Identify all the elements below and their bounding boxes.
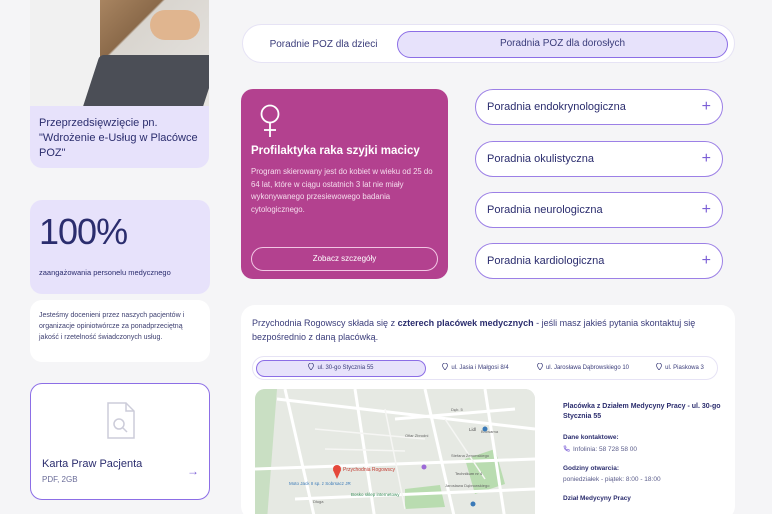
map-place-label: Stefana Żeromskiego [451,453,490,458]
document-meta: PDF, 2GB [42,475,78,484]
map-marker-label: Przychodnia Rogowscy [343,467,395,473]
location-tabs: ul. 30-go Stycznia 55 ul. Jasia i Małgos… [252,356,718,380]
extra-label: Dział Medycyny Pracy [563,495,631,502]
location-tab-2[interactable]: ul. Jasia i Małgosi 8/4 [438,360,513,377]
map-place-label: Ofiar Zbrodni [405,433,428,438]
hours-label: Godziny otwarcia: [563,465,619,472]
contact-phone[interactable]: Infolinia: 58 728 58 00 [563,445,723,453]
arrow-right-icon[interactable]: → [187,464,199,478]
accordion-cardiology[interactable]: Poradnia kardiologiczna + [475,243,723,279]
stat-value: 100% [39,211,128,252]
accordion-label: Poradnia kardiologiczna [487,255,605,267]
intro-text: Przychodnia Rogowscy składa się z [252,318,398,328]
tab-children[interactable]: Poradnie POZ dla dzieci [251,31,396,58]
map-place-label: Dęb. 5 [451,407,464,412]
hand-image [150,10,200,40]
feature-card: Profilaktyka raka szyjki macicy Program … [241,89,448,279]
location-tab-1[interactable]: ul. 30-go Stycznia 55 [256,360,426,377]
venus-icon [260,104,280,137]
hours-value: poniedziałek - piątek: 8:00 - 18:00 [563,476,661,483]
plus-icon: + [701,201,711,218]
location-tab-label: ul. Jarosława Dąbrowskiego 10 [545,365,630,371]
feature-description: Program skierowany jest do kobiet w wiek… [251,167,433,214]
project-title: Przeprzedsięwzięcie pn. "Wdrożenie e-Usł… [39,117,198,159]
document-title: Karta Praw Pacjenta [42,458,143,470]
plus-icon: + [701,150,711,167]
accordion-endocrinology[interactable]: Poradnia endokrynologiczna + [475,89,723,125]
location-tab-4[interactable]: ul. Piaskowa 3 [651,360,709,377]
map-place-label: Bosko sklep internetowy [351,492,400,497]
accordion-neurology[interactable]: Poradnia neurologiczna + [475,192,723,228]
pin-icon [656,363,663,370]
details-button[interactable]: Zobacz szczegóły [251,247,438,271]
locations-intro: Przychodnia Rogowscy składa się z cztere… [252,317,722,344]
note-card: Jesteśmy docenieni przez naszych pacjent… [30,300,210,362]
location-tab-label: ul. Piaskowa 3 [665,365,704,371]
location-title: Placówka z Działem Medycyny Pracy - ul. … [563,403,721,420]
location-tab-3[interactable]: ul. Jarosława Dąbrowskiego 10 [533,360,633,377]
plus-icon: + [701,252,711,269]
location-info: Placówka z Działem Medycyny Pracy - ul. … [563,402,723,502]
clinic-type-tabs: Poradnie POZ dla dzieci Poradnia POZ dla… [242,24,735,63]
pin-icon [537,363,543,370]
map-place-label: Moto Jack II sp. z Sobrsacz JR [289,481,352,486]
contact-label: Dane kontaktowe: [563,434,619,441]
accordion-label: Poradnia okulistyczna [487,153,595,165]
map-place-label: Długa [313,499,324,504]
plus-icon: + [701,98,711,115]
note-text: Jesteśmy docenieni przez naszych pacjent… [39,312,185,341]
stat-card: 100% zaangażowania personelu medycznego [30,200,210,294]
pin-icon [442,363,449,370]
intro-bold: czterech placówek medycznych [397,318,534,328]
pin-icon [308,363,315,370]
phone-icon [563,445,570,452]
map-canvas: Przychodnia Rogowscy Moto Jack II sp. z … [255,389,535,514]
map-place-label: Technikum nr 4 [455,471,483,476]
doctor-photo [30,0,209,115]
stat-label: zaangażowania personelu medycznego [39,268,171,277]
location-tab-label: ul. 30-go Stycznia 55 [317,365,374,371]
accordion-label: Poradnia endokrynologiczna [487,101,626,113]
accordion-ophthalmology[interactable]: Poradnia okulistyczna + [475,141,723,177]
document-search-icon [107,402,135,439]
locations-panel: Przychodnia Rogowscy składa się z cztere… [241,305,735,514]
tab-adults[interactable]: Poradnia POZ dla dorosłych [397,31,728,58]
map-place-label: Jarosława Dąbrowskiego [445,483,490,488]
location-tab-label: ul. Jasia i Małgosi 8/4 [451,365,509,371]
accordion-label: Poradnia neurologiczna [487,204,603,216]
location-map[interactable]: Przychodnia Rogowscy Moto Jack II sp. z … [255,389,535,514]
map-place-label: Lidl [469,427,476,432]
phone-text: Infolinia: 58 728 58 00 [573,446,637,453]
project-card[interactable]: Przeprzedsięwzięcie pn. "Wdrożenie e-Usł… [30,106,209,168]
document-card[interactable]: Karta Praw Pacjenta PDF, 2GB → [30,383,210,500]
feature-title: Profilaktyka raka szyjki macicy [251,145,420,157]
